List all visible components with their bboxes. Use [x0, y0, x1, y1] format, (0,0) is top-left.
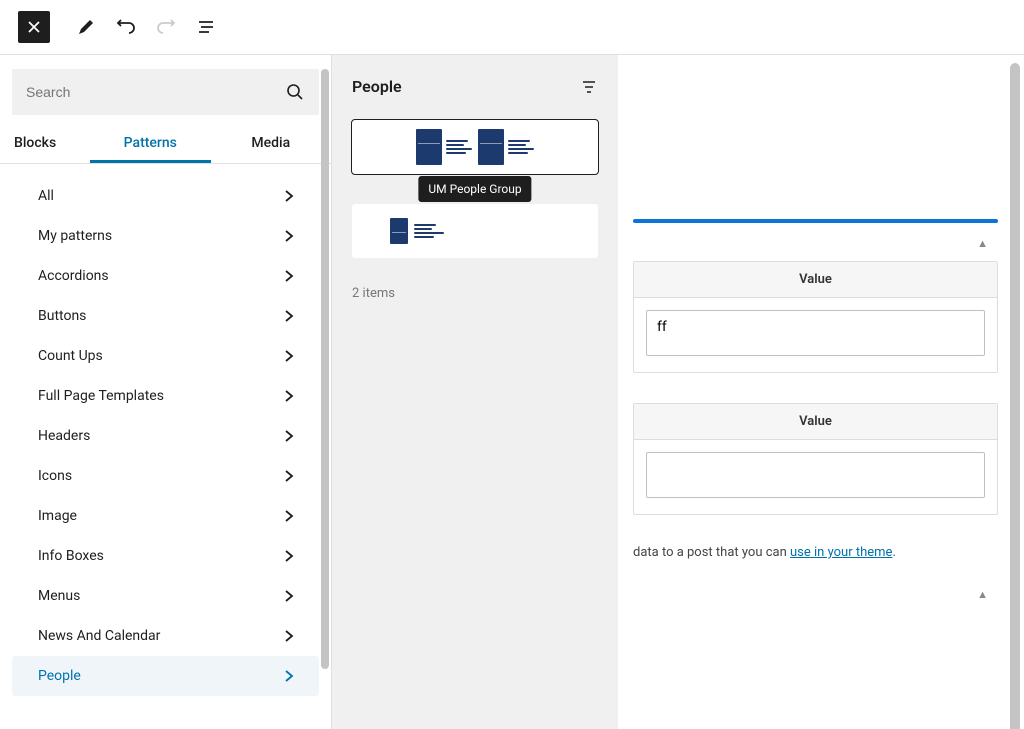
preview-lines [414, 224, 444, 238]
cat-label: My patterns [38, 228, 112, 244]
collapse-caret-icon[interactable]: ▲ [977, 588, 988, 601]
helper-text: data to a post that you can use in your … [633, 545, 998, 560]
chevron-right-icon [281, 548, 297, 564]
tab-media[interactable]: Media [211, 123, 332, 163]
search-container [0, 55, 331, 115]
preview-lines [508, 140, 534, 154]
cat-label: Menus [38, 588, 80, 604]
pattern-um-person[interactable] [352, 204, 598, 258]
cat-headers[interactable]: Headers [12, 416, 319, 456]
chevron-right-icon [281, 468, 297, 484]
cat-label: All [38, 188, 54, 204]
cat-label: Full Page Templates [38, 388, 164, 404]
search-box[interactable] [12, 69, 319, 115]
custom-field-group-2: Value [633, 403, 998, 515]
inserter-tabs: Blocks Patterns Media [0, 123, 331, 164]
cat-menus[interactable]: Menus [12, 576, 319, 616]
cat-full-page[interactable]: Full Page Templates [12, 376, 319, 416]
collapse-caret-icon[interactable]: ▲ [977, 237, 988, 250]
search-icon [285, 82, 305, 102]
panel-header: People [352, 77, 598, 96]
cat-my-patterns[interactable]: My patterns [12, 216, 319, 256]
chevron-right-icon [281, 308, 297, 324]
undo-icon [115, 16, 137, 38]
editor-canvas: ▲ Value Value [618, 55, 1024, 729]
panel-title: People [352, 77, 402, 96]
patterns-panel: People UM People Group [332, 55, 618, 729]
cat-label: Count Ups [38, 348, 103, 364]
cat-label: People [38, 668, 81, 684]
cat-label: Headers [38, 428, 90, 444]
tab-patterns[interactable]: Patterns [90, 123, 211, 163]
search-input[interactable] [26, 84, 285, 100]
chevron-right-icon [281, 428, 297, 444]
chevron-right-icon [281, 668, 297, 684]
cat-count-ups[interactable]: Count Ups [12, 336, 319, 376]
preview-lines [446, 140, 472, 154]
helper-suffix: . [892, 545, 895, 560]
pattern-preview-thumb [390, 218, 408, 244]
value-textarea-1[interactable] [646, 310, 985, 356]
redo-button[interactable] [148, 9, 184, 45]
pattern-preview-thumb [416, 129, 442, 165]
custom-field-group-1: Value [633, 261, 998, 373]
cat-label: News And Calendar [38, 628, 160, 644]
outline-icon [196, 17, 216, 37]
undo-button[interactable] [108, 9, 144, 45]
cat-people[interactable]: People [12, 656, 319, 696]
cat-info-boxes[interactable]: Info Boxes [12, 536, 319, 576]
items-count: 2 items [352, 286, 598, 301]
value-textarea-2[interactable] [646, 452, 985, 498]
tab-blocks[interactable]: Blocks [0, 123, 90, 163]
pattern-preview-thumb [478, 129, 504, 165]
edit-button[interactable] [68, 9, 104, 45]
cat-image[interactable]: Image [12, 496, 319, 536]
chevron-right-icon [281, 388, 297, 404]
chevron-right-icon [281, 268, 297, 284]
cat-label: Accordions [38, 268, 109, 284]
filter-button[interactable] [580, 78, 598, 96]
cat-label: Buttons [38, 308, 86, 324]
chevron-right-icon [281, 348, 297, 364]
content-scrollbar[interactable] [1010, 63, 1020, 729]
redo-icon [155, 16, 177, 38]
cat-news-calendar[interactable]: News And Calendar [12, 616, 319, 656]
block-insertion-indicator [633, 219, 998, 223]
cat-label: Image [38, 508, 77, 524]
cat-label: Info Boxes [38, 548, 104, 564]
close-button[interactable] [18, 11, 50, 43]
inserter-sidebar: Blocks Patterns Media All My patterns Ac… [0, 55, 332, 729]
field-header: Value [634, 404, 997, 440]
pattern-tooltip: UM People Group [418, 176, 531, 202]
pattern-categories: All My patterns Accordions Buttons Count… [0, 164, 331, 729]
filter-icon [580, 78, 598, 96]
chevron-right-icon [281, 188, 297, 204]
chevron-right-icon [281, 508, 297, 524]
pencil-icon [76, 17, 96, 37]
document-outline-button[interactable] [188, 9, 224, 45]
pattern-um-people-group[interactable]: UM People Group [352, 120, 598, 174]
cat-icons[interactable]: Icons [12, 456, 319, 496]
field-header: Value [634, 262, 997, 298]
cat-label: Icons [38, 468, 72, 484]
cat-all[interactable]: All [12, 176, 319, 216]
theme-link[interactable]: use in your theme [790, 545, 892, 560]
sidebar-scrollbar[interactable] [321, 69, 329, 669]
chevron-right-icon [281, 228, 297, 244]
helper-prefix: data to a post that you can [633, 545, 790, 560]
value-header: Value [634, 262, 997, 297]
cat-buttons[interactable]: Buttons [12, 296, 319, 336]
close-icon [26, 19, 42, 35]
cat-accordions[interactable]: Accordions [12, 256, 319, 296]
chevron-right-icon [281, 588, 297, 604]
chevron-right-icon [281, 628, 297, 644]
top-toolbar [0, 0, 1024, 55]
value-header: Value [634, 404, 997, 439]
main-area: Blocks Patterns Media All My patterns Ac… [0, 55, 1024, 729]
